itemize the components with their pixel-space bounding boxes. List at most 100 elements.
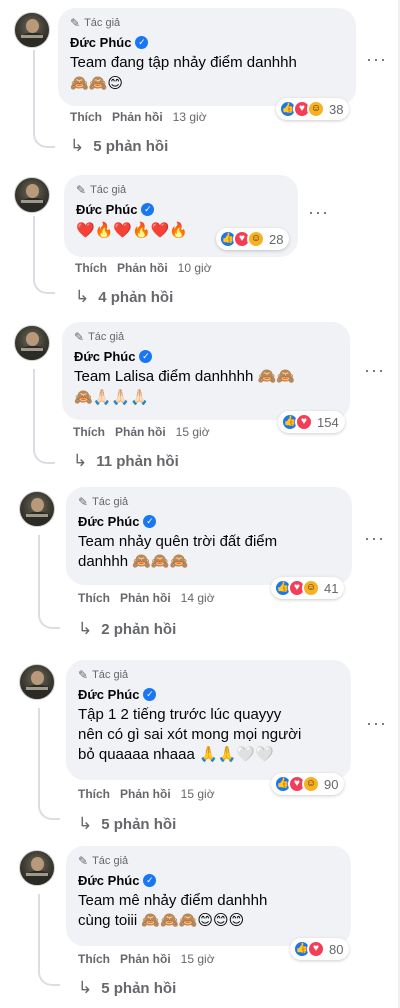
thread-line: [38, 708, 60, 820]
comment-time[interactable]: 15 giờ: [176, 425, 210, 439]
more-options-icon[interactable]: ···: [366, 714, 387, 732]
comment: ✎ Tác giả Đức Phúc ✓ Tập 1 2 tiếng trước l…: [0, 652, 400, 842]
haha-reaction-icon: ☺: [302, 775, 320, 793]
comment-bubble: ✎ Tác giả Đức Phúc ✓ Team mê nhảy điểm dan…: [66, 846, 351, 946]
reaction-summary[interactable]: 👍 ♥ 154: [278, 411, 345, 433]
reaction-count: 38: [329, 101, 344, 117]
author-tag-label: Tác giả: [90, 184, 127, 196]
comment-bubble: ✎ Tác giả Đức Phúc ✓ Team Lalisa điểm danh…: [62, 322, 350, 420]
replies-count: 5 phản hồi: [93, 137, 169, 155]
reaction-summary[interactable]: 👍 ♥ ☺ 28: [216, 228, 290, 250]
like-link[interactable]: Thích: [78, 787, 110, 801]
reply-arrow-icon: ↳: [70, 136, 85, 155]
like-link[interactable]: Thích: [75, 261, 107, 275]
author-name[interactable]: Đức Phúc: [70, 35, 131, 50]
reaction-summary[interactable]: 👍 ♥ ☺ 38: [276, 98, 350, 120]
author-tag: ✎ Tác giả: [78, 495, 340, 509]
view-replies-link[interactable]: ↳ 5 phản hồi: [78, 814, 176, 834]
avatar[interactable]: [14, 177, 50, 213]
comment-text-line: nên có gì sai xót mong mọi người: [78, 726, 302, 743]
comment-bubble: ✎ Tác giả Đức Phúc ✓ Tập 1 2 tiếng trước l…: [66, 660, 351, 780]
comment-text: Team Lalisa điểm danhhhh 🙈🙈 🙈🙏🏻🙏🏻🙏🏻: [74, 367, 338, 407]
reaction-count: 80: [329, 941, 344, 957]
thread-line: [38, 894, 60, 986]
thread-line: [33, 369, 55, 464]
author-name[interactable]: Đức Phúc: [76, 202, 137, 217]
reply-arrow-icon: ↳: [78, 814, 93, 833]
avatar[interactable]: [14, 325, 50, 361]
reply-arrow-icon: ↳: [78, 978, 93, 997]
reply-link[interactable]: Phản hồi: [120, 787, 171, 801]
author-tag-label: Tác giả: [92, 669, 129, 681]
comment-bubble: ✎ Tác giả Đức Phúc ✓ Team đang tập nhảy đi…: [58, 8, 356, 106]
haha-reaction-icon: ☺: [302, 579, 320, 597]
verified-badge-icon: ✓: [143, 873, 157, 887]
love-reaction-icon: ♥: [307, 940, 325, 958]
replies-count: 5 phản hồi: [101, 815, 177, 833]
more-options-icon[interactable]: ···: [364, 529, 385, 547]
author-tag: ✎ Tác giả: [78, 668, 339, 682]
like-link[interactable]: Thích: [78, 591, 110, 605]
like-link[interactable]: Thích: [70, 110, 102, 124]
pen-icon: ✎: [78, 495, 89, 509]
reaction-count: 90: [324, 776, 339, 792]
replies-count: 5 phản hồi: [101, 979, 177, 997]
reaction-count: 28: [269, 231, 284, 247]
comment-text-line: Team mê nhảy điểm danhhh: [78, 892, 268, 909]
more-options-icon[interactable]: ···: [364, 361, 385, 379]
view-replies-link[interactable]: ↳ 2 phản hồi: [78, 619, 176, 639]
more-options-icon[interactable]: ···: [308, 203, 329, 221]
thread-line: [33, 50, 55, 148]
comment-text-line: 🙈🙏🏻🙏🏻🙏🏻: [74, 388, 149, 406]
comment-text-line: bỏ quaaaa nhaaa 🙏🙏🤍🤍: [78, 746, 274, 763]
view-replies-link[interactable]: ↳ 4 phản hồi: [75, 287, 173, 307]
reply-link[interactable]: Phản hồi: [117, 261, 168, 275]
thread-line: [38, 535, 60, 629]
author-tag-label: Tác giả: [84, 17, 121, 29]
replies-count: 11 phản hồi: [96, 452, 179, 470]
comment-time[interactable]: 15 giờ: [181, 952, 215, 966]
comment-time[interactable]: 14 giờ: [181, 591, 215, 605]
view-replies-link[interactable]: ↳ 5 phản hồi: [70, 136, 168, 156]
verified-badge-icon: ✓: [135, 35, 149, 49]
avatar[interactable]: [19, 491, 55, 527]
view-replies-link[interactable]: ↳ 5 phản hồi: [78, 978, 176, 998]
author-tag-label: Tác giả: [88, 331, 125, 343]
reply-link[interactable]: Phản hồi: [112, 110, 163, 124]
author-name[interactable]: Đức Phúc: [78, 873, 139, 888]
reaction-summary[interactable]: 👍 ♥ 80: [290, 938, 350, 960]
author-tag: ✎ Tác giả: [74, 330, 338, 344]
comment-text-line: 🙈🙈😊: [70, 74, 123, 92]
comment-text-line: danhhh 🙈🙈🙈: [78, 553, 189, 570]
reply-link[interactable]: Phản hồi: [120, 591, 171, 605]
comment-text-line: Team đang tập nhảy điểm danhhh: [70, 54, 297, 71]
reply-link[interactable]: Phản hồi: [115, 425, 166, 439]
comment-text-line: Team nhảy quên trời đất điểm: [78, 533, 278, 550]
author-name[interactable]: Đức Phúc: [74, 349, 135, 364]
more-options-icon[interactable]: ···: [366, 50, 387, 68]
author-name[interactable]: Đức Phúc: [78, 687, 139, 702]
comment: ✎ Tác giả Đức Phúc ✓ Team Lalisa điểm danh…: [0, 317, 400, 487]
avatar[interactable]: [19, 664, 55, 700]
reaction-summary[interactable]: 👍 ♥ ☺ 41: [271, 577, 345, 599]
love-reaction-icon: ♥: [295, 413, 313, 431]
comment-text-line: cùng toiii 🙈🙈🙈😊😊😊: [78, 912, 245, 929]
avatar[interactable]: [19, 850, 55, 886]
like-link[interactable]: Thích: [78, 952, 110, 966]
comment-time[interactable]: 10 giờ: [178, 261, 212, 275]
reaction-summary[interactable]: 👍 ♥ ☺ 90: [271, 773, 345, 795]
view-replies-link[interactable]: ↳ 11 phản hồi: [73, 451, 179, 471]
reply-link[interactable]: Phản hồi: [120, 952, 171, 966]
avatar[interactable]: [14, 12, 50, 48]
author-name[interactable]: Đức Phúc: [78, 514, 139, 529]
author-tag-label: Tác giả: [92, 496, 129, 508]
reply-arrow-icon: ↳: [73, 451, 88, 470]
comment: ✎ Tác giả Đức Phúc ✓ Team nhảy quên trời đ…: [0, 487, 400, 652]
comment-time[interactable]: 13 giờ: [173, 110, 207, 124]
author-tag-label: Tác giả: [92, 855, 129, 867]
reaction-count: 41: [324, 580, 339, 596]
verified-badge-icon: ✓: [139, 349, 153, 363]
like-link[interactable]: Thích: [73, 425, 105, 439]
comment-text-line: Tập 1 2 tiếng trước lúc quayyy: [78, 706, 282, 723]
comment-time[interactable]: 15 giờ: [181, 787, 215, 801]
